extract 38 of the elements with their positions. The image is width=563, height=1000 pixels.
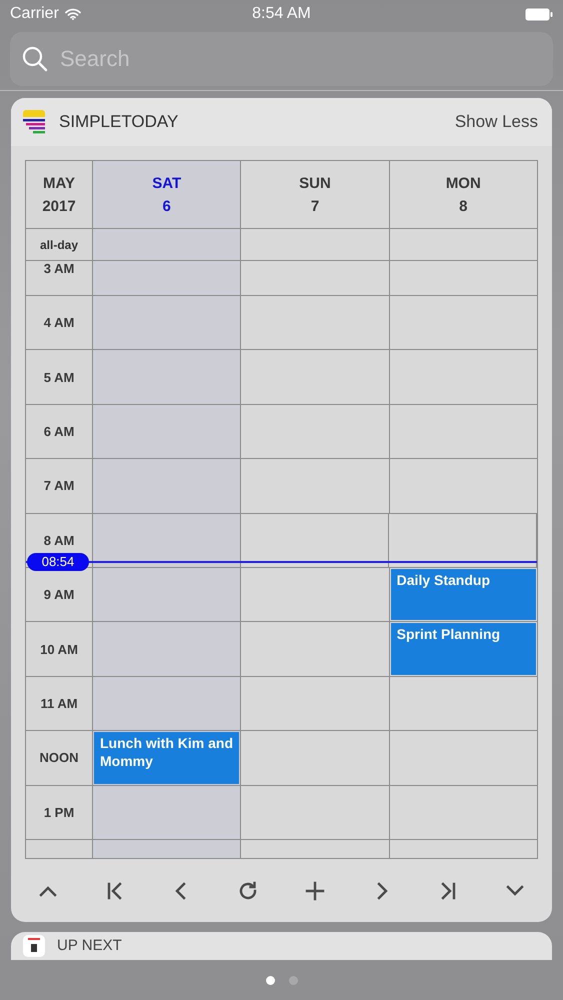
event-block[interactable]: Lunch with Kim and Mommy	[94, 732, 240, 784]
hour-label: 3 AM	[44, 261, 74, 276]
hour-label: 4 AM	[44, 315, 74, 330]
month-label: MAY	[43, 174, 75, 192]
page-dot[interactable]	[288, 976, 298, 984]
event-block[interactable]: Sprint Planning	[390, 623, 536, 675]
date-label: 6	[162, 198, 171, 214]
hour-label: 6 AM	[44, 424, 74, 439]
current-time-badge: 08:54	[27, 552, 89, 571]
weekday-label: MON	[446, 174, 481, 192]
show-less-link[interactable]: Show Less	[450, 112, 542, 132]
hour-label: 10 AM	[40, 642, 78, 657]
hour-label: 7 AM	[44, 478, 74, 494]
plus-icon	[304, 880, 325, 901]
clock-time: 8:54 AM	[252, 5, 311, 23]
year-label: 2017	[42, 198, 76, 214]
all-day-label: all-day	[40, 238, 78, 252]
weekday-label: SUN	[299, 174, 331, 192]
battery-icon	[525, 8, 553, 20]
app-logo-icon	[21, 109, 47, 135]
hour-label: 11 AM	[40, 696, 78, 711]
date-label: 7	[310, 198, 320, 214]
event-block[interactable]: Daily Standup	[390, 568, 536, 620]
calendar-app-icon	[23, 934, 45, 957]
hour-label: NOON	[40, 750, 78, 766]
wifi-icon	[64, 8, 81, 20]
page-dot[interactable]	[266, 976, 274, 984]
hour-label: 5 AM	[44, 370, 74, 385]
hour-label: 1 PM	[44, 804, 74, 820]
carrier-name: Carrier	[10, 5, 59, 23]
widget-title: SIMPLETODAY	[59, 112, 180, 132]
weekday-label: SAT	[152, 174, 182, 192]
refresh-icon	[238, 880, 258, 901]
search-icon	[22, 46, 48, 72]
widget-title: UP NEXT	[57, 936, 122, 955]
hour-label: 8 AM	[44, 532, 74, 548]
date-label: 8	[459, 198, 468, 214]
hour-label: 9 AM	[44, 587, 74, 602]
